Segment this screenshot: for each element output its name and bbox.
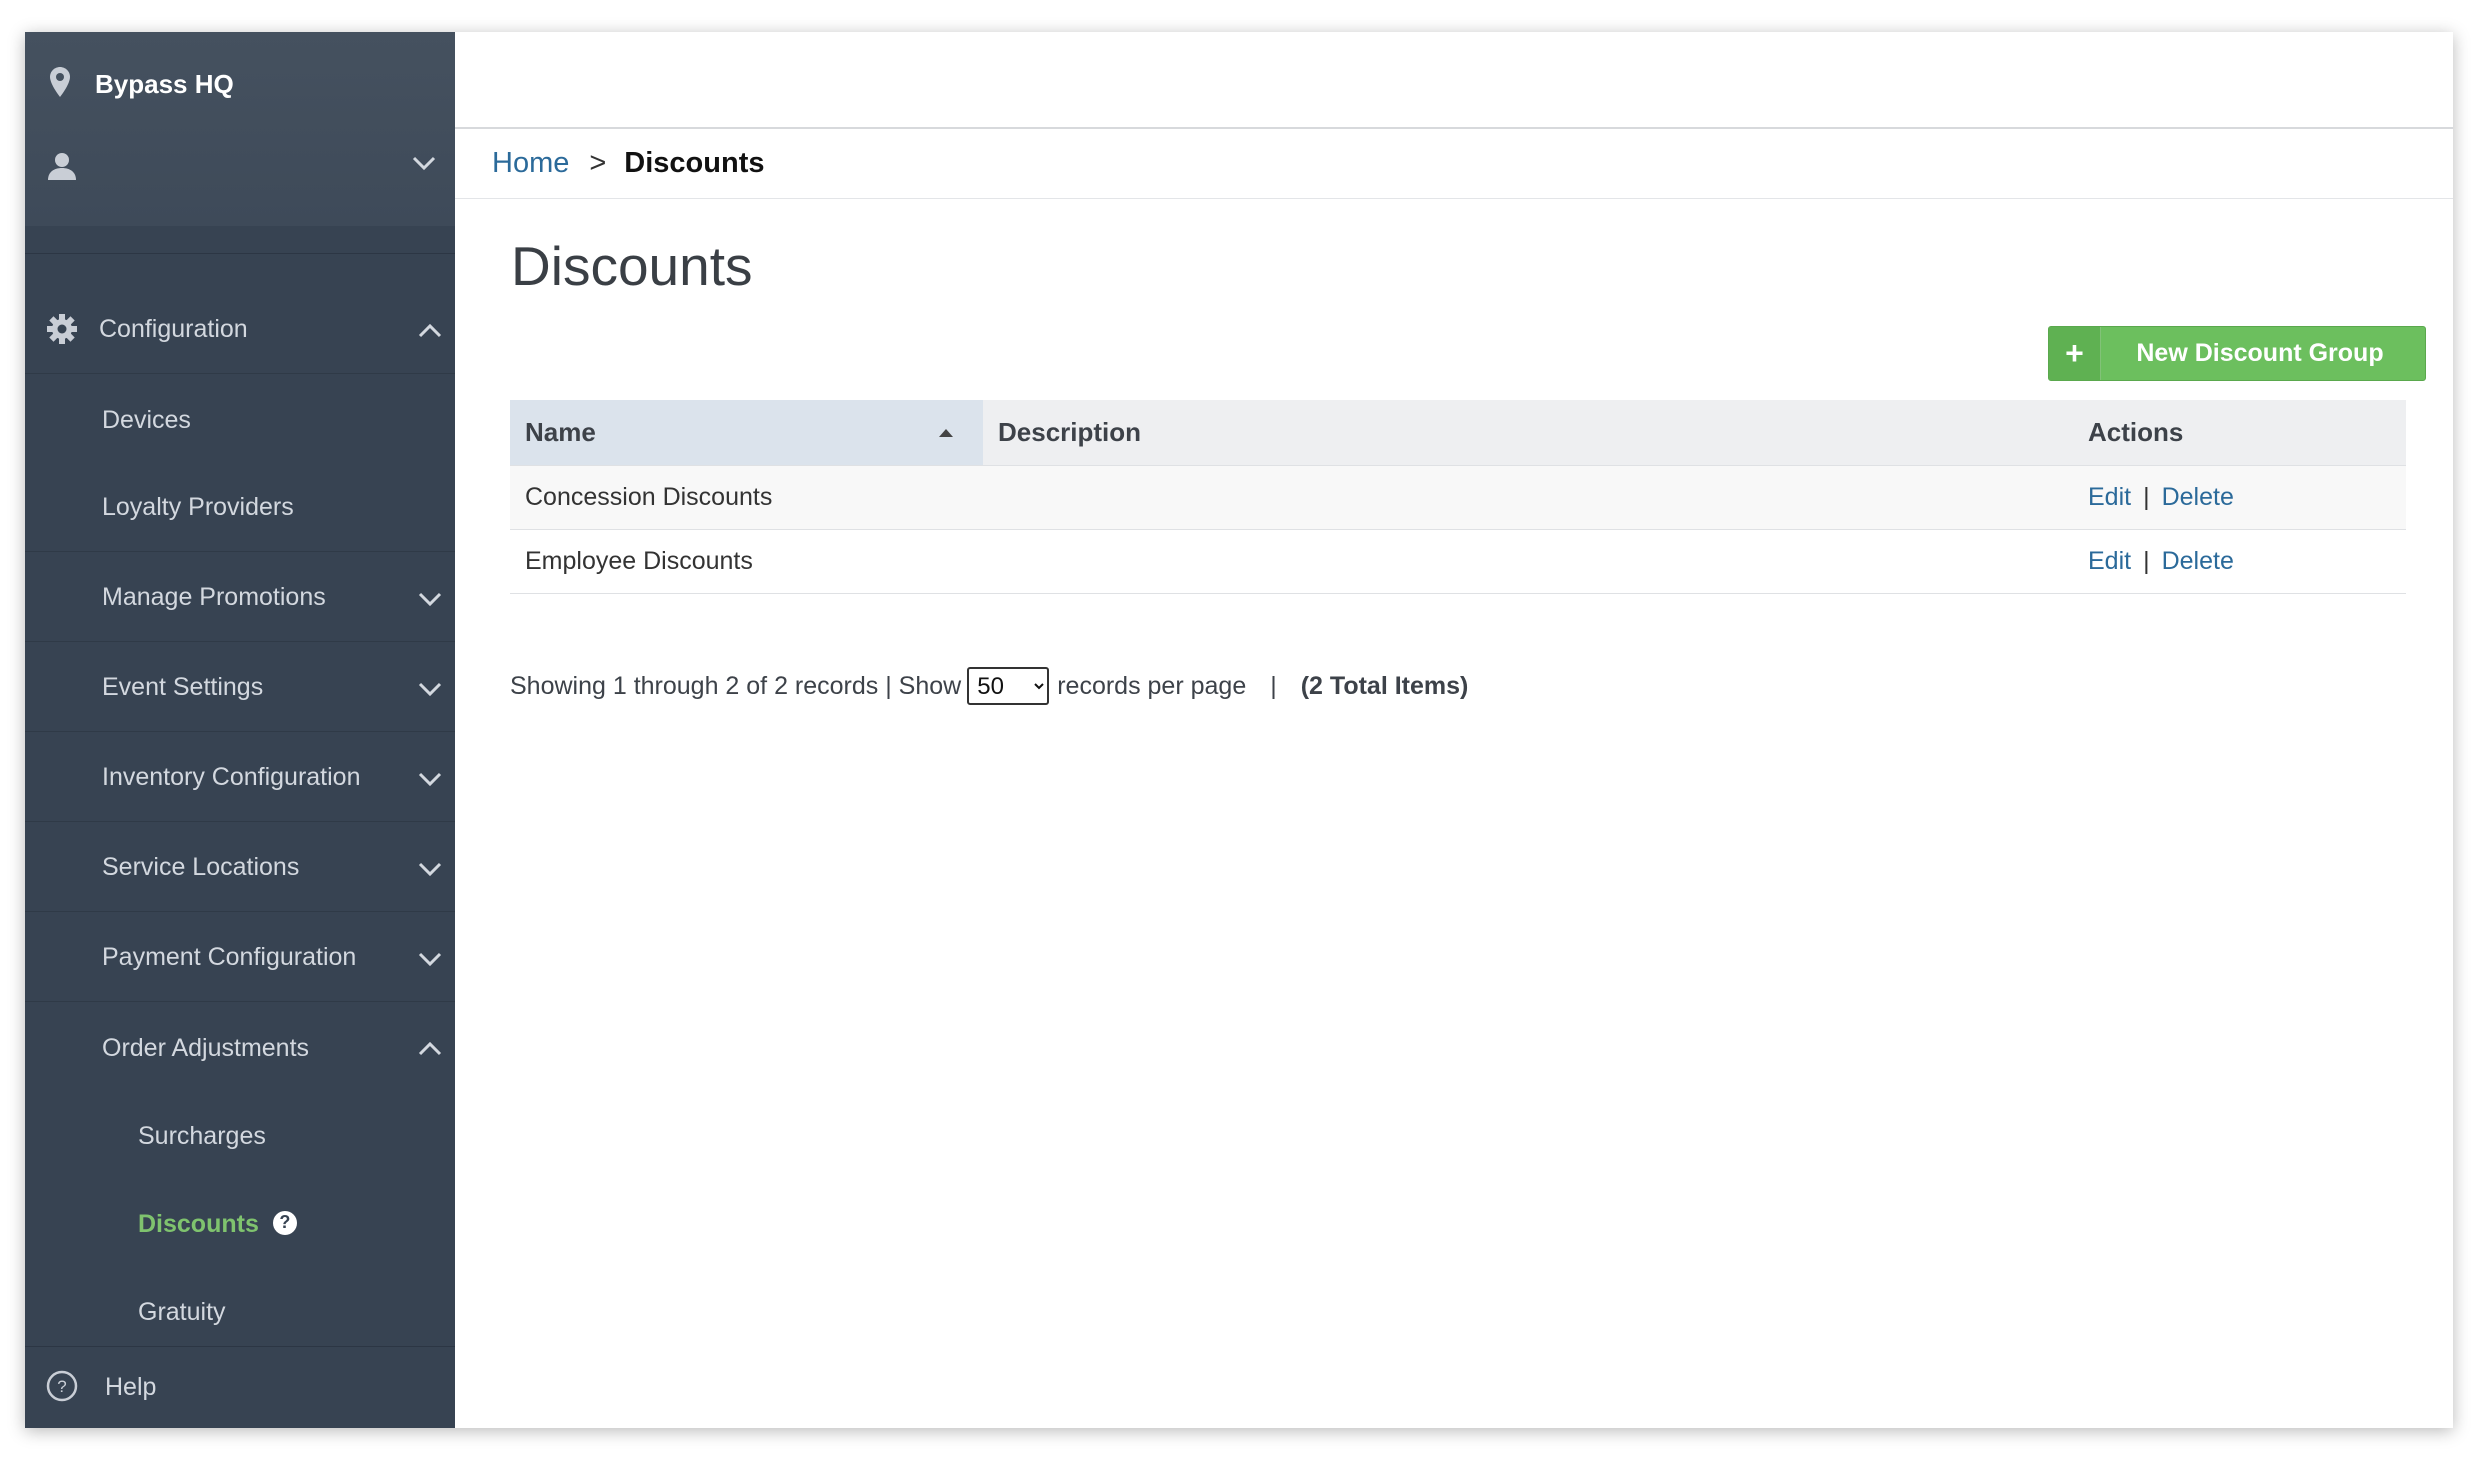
chevron-down-icon[interactable] — [411, 154, 437, 177]
discounts-label: Discounts — [138, 1209, 259, 1238]
sidebar-item-label: Service Locations — [102, 853, 300, 881]
breadcrumb: Home > Discounts — [455, 129, 2453, 199]
venue-name: Bypass HQ — [95, 68, 234, 99]
breadcrumb-separator: > — [589, 147, 607, 179]
row-actions: Edit | Delete — [2088, 466, 2406, 529]
sidebar-help[interactable]: ? Help — [25, 1346, 455, 1428]
new-discount-group-button[interactable]: + New Discount Group — [2048, 326, 2426, 381]
main-content: Home > Discounts Discounts + New Discoun… — [455, 32, 2453, 1428]
sidebar-item-label: Devices — [102, 405, 191, 434]
showing-text: Showing 1 through 2 of 2 records | Show — [510, 671, 962, 700]
sidebar-header: Bypass HQ — [25, 32, 455, 226]
sort-ascending-icon — [939, 429, 953, 437]
help-question-icon[interactable]: ? — [272, 1210, 297, 1235]
row-name: Employee Discounts — [525, 547, 753, 575]
sidebar-divider — [25, 226, 455, 254]
new-discount-group-label: New Discount Group — [2136, 339, 2384, 367]
row-description — [983, 530, 2088, 593]
sidebar-item-discounts[interactable]: Discounts? — [25, 1180, 455, 1268]
sidebar-item-label: Loyalty Providers — [102, 493, 294, 521]
sidebar-item-loyalty-providers[interactable]: Loyalty Providers — [25, 464, 455, 552]
plus-icon: + — [2049, 327, 2101, 380]
chevron-down-icon[interactable] — [417, 946, 443, 975]
sidebar-item-label: Order Adjustments — [102, 1033, 310, 1062]
row-description — [983, 466, 2088, 529]
sidebar: Bypass HQ Configuration Devices Loyalty … — [25, 32, 455, 1428]
edit-link[interactable]: Edit — [2088, 483, 2131, 512]
row-name: Concession Discounts — [525, 483, 773, 511]
app-window: Bypass HQ Configuration Devices Loyalty … — [25, 32, 2453, 1428]
svg-text:?: ? — [57, 1377, 66, 1396]
sidebar-item-surcharges[interactable]: Surcharges — [25, 1092, 455, 1180]
sidebar-item-service-locations[interactable]: Service Locations — [25, 824, 455, 912]
sidebar-item-label: Event Settings — [102, 673, 264, 701]
column-header-actions-label: Actions — [2088, 417, 2184, 447]
records-per-page-select[interactable]: 50 — [967, 667, 1050, 705]
sidebar-item-label: Configuration — [99, 315, 248, 343]
top-bar — [455, 32, 2453, 129]
sidebar-item-order-adjustments[interactable]: Order Adjustments — [25, 1004, 455, 1092]
action-separator: | — [2143, 483, 2150, 511]
table-header: Name Description Actions — [510, 400, 2406, 466]
sidebar-item-label: Manage Promotions — [102, 583, 326, 611]
delete-link[interactable]: Delete — [2162, 483, 2234, 512]
chevron-up-icon[interactable] — [417, 318, 443, 347]
sidebar-item-label: Inventory Configuration — [102, 763, 361, 791]
breadcrumb-home-link[interactable]: Home — [492, 147, 569, 180]
sidebar-item-label: Surcharges — [138, 1121, 266, 1150]
user-menu[interactable] — [47, 148, 447, 188]
chevron-down-icon[interactable] — [417, 676, 443, 705]
column-header-actions: Actions — [2088, 400, 2406, 465]
chevron-down-icon[interactable] — [417, 766, 443, 795]
records-per-page-label: records per page — [1057, 671, 1247, 700]
sidebar-item-label: Discounts? — [138, 1210, 297, 1239]
sidebar-item-inventory-configuration[interactable]: Inventory Configuration — [25, 734, 455, 822]
help-circle-icon: ? — [45, 1369, 79, 1408]
delete-link[interactable]: Delete — [2162, 547, 2234, 576]
breadcrumb-current: Discounts — [624, 147, 765, 179]
sidebar-item-label: Payment Configuration — [102, 943, 357, 971]
sidebar-item-payment-configuration[interactable]: Payment Configuration — [25, 914, 455, 1002]
gear-icon — [45, 312, 79, 353]
sidebar-item-label: Gratuity — [138, 1297, 226, 1326]
venue-selector[interactable]: Bypass HQ — [47, 66, 234, 102]
chevron-up-icon[interactable] — [417, 1036, 443, 1065]
chevron-down-icon[interactable] — [417, 586, 443, 615]
total-items: (2 Total Items) — [1300, 671, 1469, 700]
column-header-description-label: Description — [998, 417, 1142, 447]
pager-divider: | — [1270, 671, 1277, 700]
column-header-name[interactable]: Name — [510, 400, 983, 465]
sidebar-item-event-settings[interactable]: Event Settings — [25, 644, 455, 732]
pagination-info: Showing 1 through 2 of 2 records | Show … — [510, 666, 1468, 706]
sidebar-item-configuration[interactable]: Configuration — [25, 286, 455, 374]
column-header-description[interactable]: Description — [983, 400, 2088, 465]
table-row: Concession Discounts Edit | Delete — [510, 466, 2406, 530]
column-header-name-label: Name — [525, 417, 596, 447]
help-label: Help — [105, 1373, 157, 1401]
location-pin-icon — [47, 66, 73, 103]
edit-link[interactable]: Edit — [2088, 547, 2131, 576]
page-title: Discounts — [511, 235, 753, 297]
chevron-down-icon[interactable] — [417, 856, 443, 885]
user-icon — [47, 151, 77, 186]
discounts-table: Name Description Actions Concession Disc… — [510, 400, 2406, 594]
sidebar-item-devices[interactable]: Devices — [25, 376, 455, 464]
row-actions: Edit | Delete — [2088, 530, 2406, 593]
sidebar-item-gratuity[interactable]: Gratuity — [25, 1268, 455, 1356]
action-separator: | — [2143, 547, 2150, 575]
sidebar-item-manage-promotions[interactable]: Manage Promotions — [25, 554, 455, 642]
table-row: Employee Discounts Edit | Delete — [510, 530, 2406, 594]
